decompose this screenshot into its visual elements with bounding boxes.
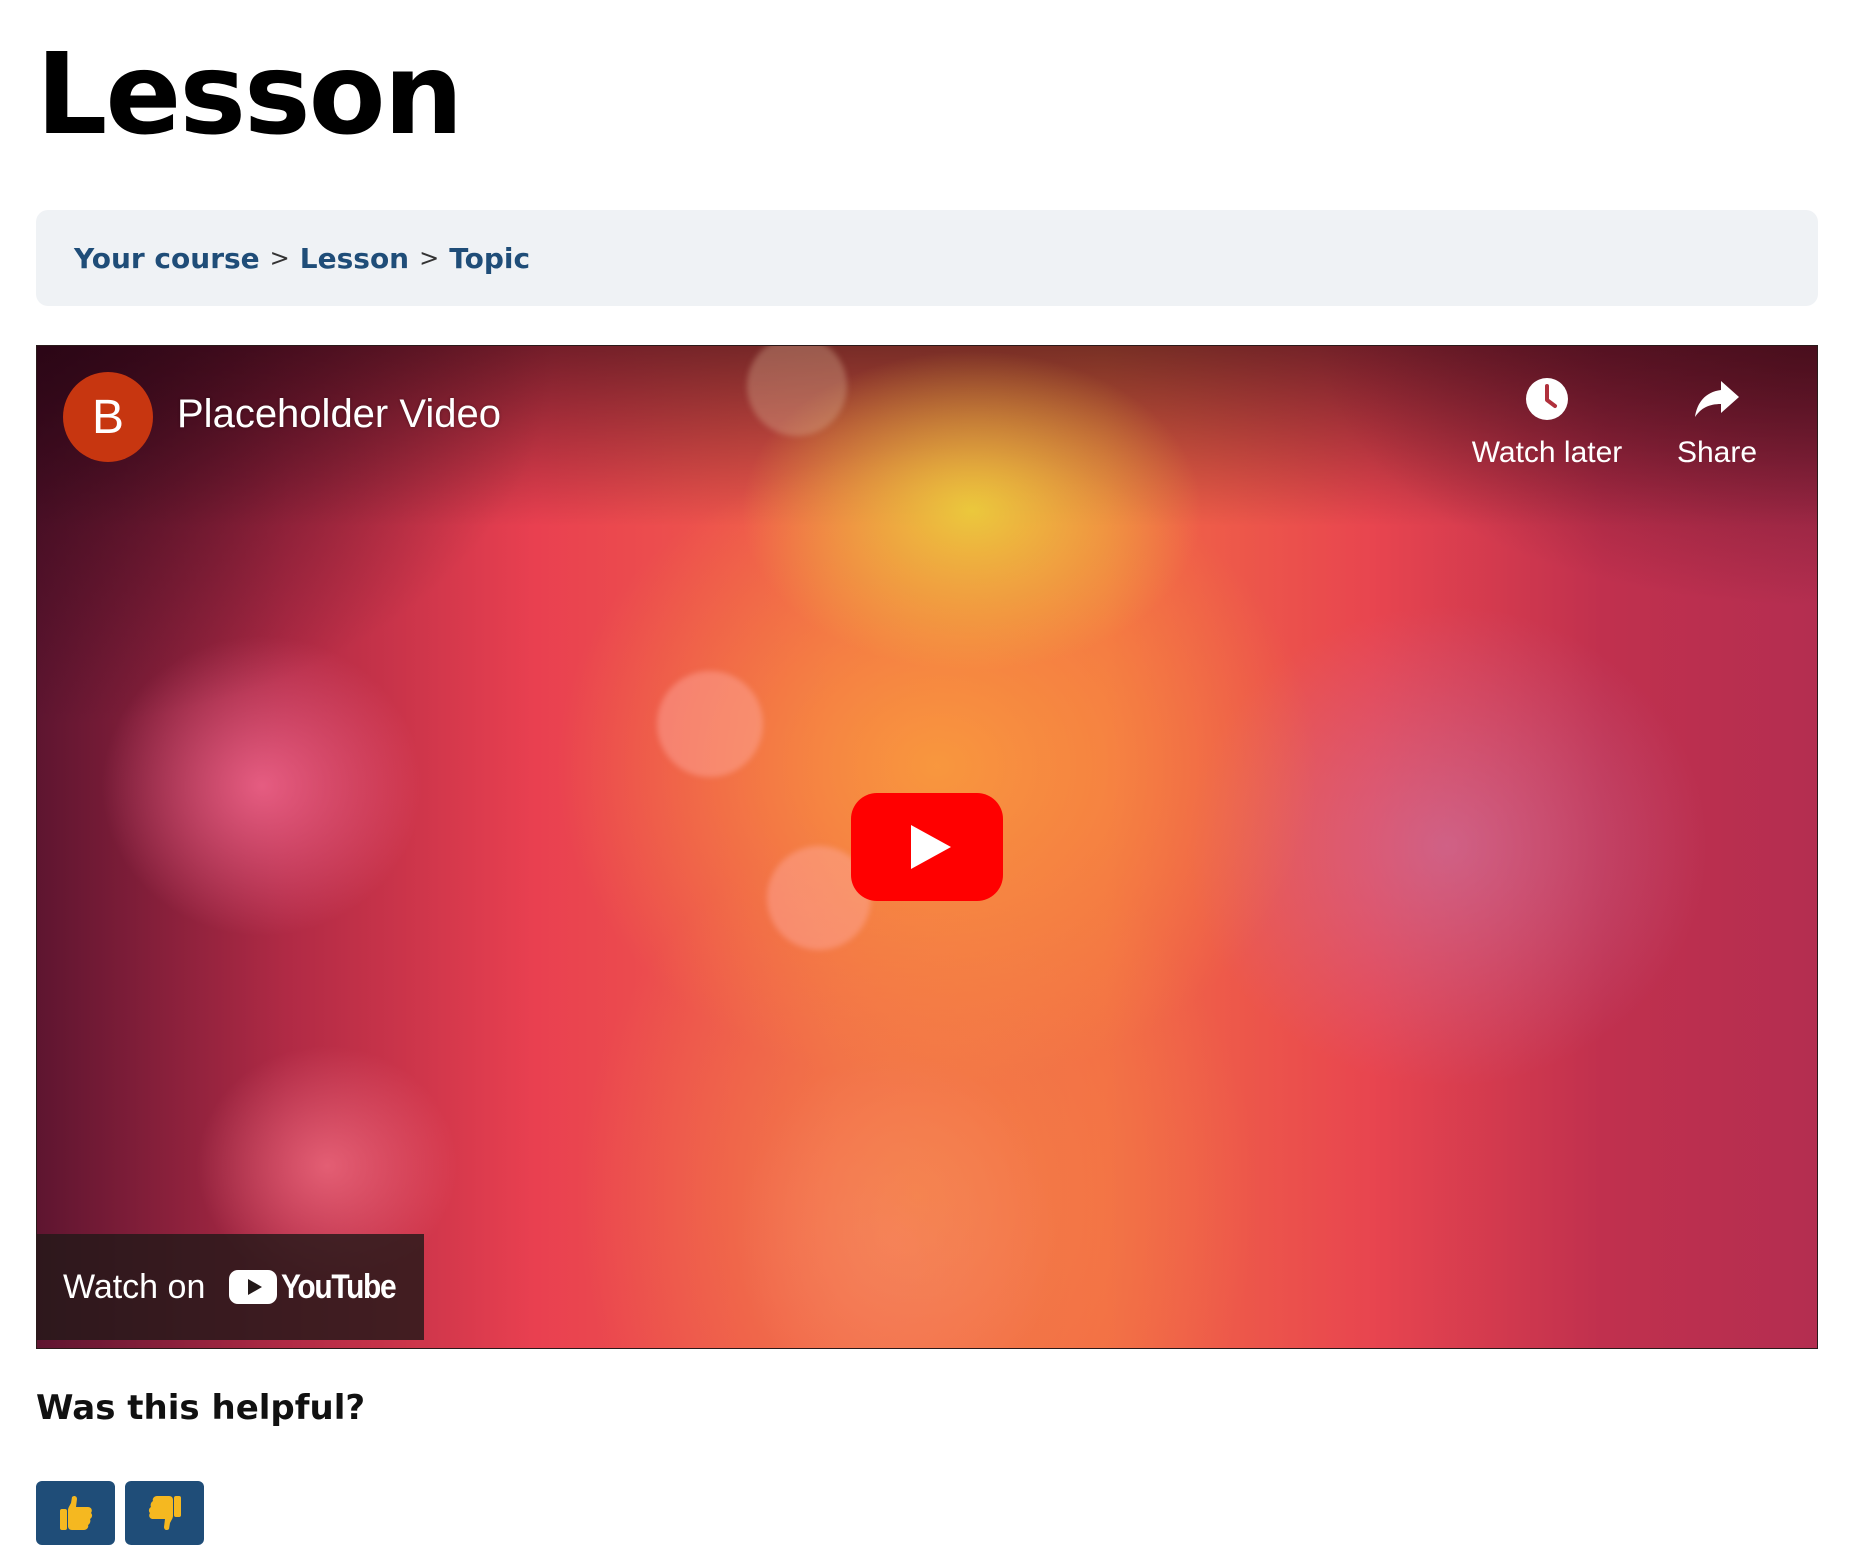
breadcrumb: Your course > Lesson > Topic — [36, 210, 1818, 306]
video-title[interactable]: Placeholder Video — [177, 392, 501, 437]
thumbs-up-button[interactable] — [36, 1481, 115, 1545]
breadcrumb-item-lesson[interactable]: Lesson — [300, 242, 409, 275]
share-button[interactable]: Share — [1647, 374, 1787, 470]
channel-avatar[interactable]: B — [63, 372, 153, 462]
channel-initial: B — [91, 390, 124, 444]
breadcrumb-separator: > — [269, 244, 290, 272]
watch-later-label: Watch later — [1471, 436, 1623, 469]
page: Lesson Your course > Lesson > Topic B Pl… — [0, 0, 1850, 1565]
youtube-play-icon — [851, 793, 1003, 901]
watch-on-label: Watch on — [63, 1267, 206, 1306]
thumbs-down-button[interactable] — [125, 1481, 204, 1545]
watch-on-youtube-button[interactable]: Watch on YouTube — [37, 1234, 424, 1340]
youtube-logo-icon — [229, 1270, 278, 1304]
video-bokeh-light — [657, 671, 763, 777]
youtube-logo: YouTube — [229, 1268, 411, 1307]
play-button[interactable] — [851, 793, 1003, 901]
thumbs-up-icon — [59, 1495, 92, 1530]
feedback-question: Was this helpful? — [36, 1388, 366, 1428]
breadcrumb-item-your-course[interactable]: Your course — [74, 242, 260, 275]
page-title: Lesson — [36, 30, 463, 160]
video-bokeh-light — [747, 346, 847, 436]
watch-later-button[interactable]: Watch later — [1457, 374, 1637, 470]
share-arrow-icon — [1692, 374, 1742, 424]
youtube-logo-text: YouTube — [281, 1267, 397, 1306]
video-player[interactable]: B Placeholder Video Watch later Share Wa… — [36, 345, 1818, 1349]
breadcrumb-item-topic[interactable]: Topic — [449, 242, 530, 275]
breadcrumb-separator: > — [419, 244, 440, 272]
share-label: Share — [1676, 436, 1758, 469]
clock-icon — [1522, 374, 1572, 424]
thumbs-down-icon — [148, 1496, 181, 1531]
